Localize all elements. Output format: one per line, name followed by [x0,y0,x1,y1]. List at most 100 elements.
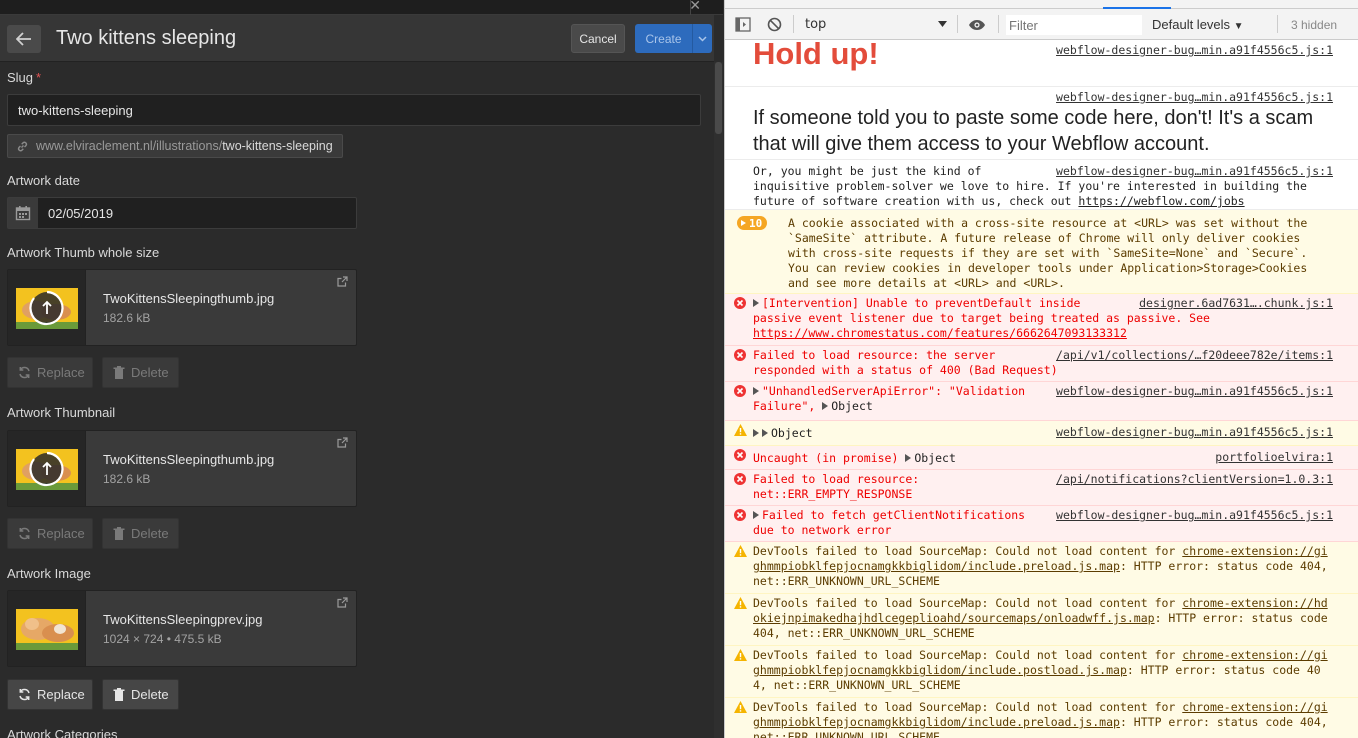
external-link-icon[interactable] [337,437,348,448]
message-source-link[interactable]: webflow-designer-bug…min.a91f4556c5.js:1 [1056,43,1333,58]
editor-header: Two kittens sleeping Cancel Create [0,15,714,62]
chevron-down-icon: ▼ [1233,21,1244,32]
back-arrow-icon [16,32,31,46]
kitten-image-thumbnail [16,288,78,329]
thumb-whole-label: Artwork Thumb whole size [7,245,160,260]
expandable-object[interactable]: Object [831,399,873,413]
console-message[interactable]: Failed to fetch getClientNotifications d… [725,506,1358,542]
console-message[interactable]: Hold up! webflow-designer-bug…min.a91f45… [725,36,1358,87]
thumbnail-file-name: TwoKittensSleepingthumb.jpg [103,452,275,467]
dock-sidebar-icon[interactable] [735,17,751,32]
page-title: Two kittens sleeping [56,27,237,49]
refresh-icon [19,366,30,379]
kitten-image-thumbnail [16,609,78,650]
webflow-jobs-link[interactable]: https://webflow.com/jobs [1078,194,1244,208]
chevron-down-icon [698,35,707,42]
console-message[interactable]: DevTools failed to load SourceMap: Could… [725,646,1358,698]
calendar-icon[interactable] [8,198,38,228]
create-options-button[interactable] [692,24,712,53]
message-source-link[interactable]: webflow-designer-bug…min.a91f4556c5.js:1 [1056,425,1333,440]
console-message[interactable]: DevTools failed to load SourceMap: Could… [725,542,1358,594]
console-messages: Hold up! webflow-designer-bug…min.a91f45… [725,36,1358,738]
close-icon[interactable]: ✕ [689,0,701,14]
message-source-link[interactable]: designer.6ad7631….chunk.js:1 [1139,296,1333,311]
error-icon [734,509,746,521]
warning-icon [734,701,747,713]
artwork-image-file-card[interactable]: TwoKittensSleepingprev.jpg 1024 × 724 • … [7,590,357,667]
thumb-whole-file-size: 182.6 kB [103,311,151,325]
artwork-image-label: Artwork Image [7,566,91,581]
message-source-link[interactable]: portfolioelvira:1 [1215,450,1333,465]
artwork-categories-label: Artwork Categories [7,727,118,738]
context-select[interactable]: top [805,17,826,32]
block-icon[interactable] [767,17,782,32]
hidden-messages-count: 3 hidden [1291,18,1338,32]
thumb-whole-file-card[interactable]: TwoKittensSleepingthumb.jpg 182.6 kB [7,269,357,346]
message-source-link[interactable]: /api/notifications?clientVersion=1.0.3:1 [1056,472,1333,487]
message-source-link[interactable]: webflow-designer-bug…min.a91f4556c5.js:1 [1056,164,1333,179]
eye-icon[interactable] [968,19,986,31]
console-message[interactable]: Uncaught (in promise) Object portfolioel… [725,446,1358,470]
link-icon [17,141,28,151]
console-message[interactable]: Object webflow-designer-bug…min.a91f4556… [725,421,1358,446]
warning-icon [734,649,747,661]
thumbnail-file-card[interactable]: TwoKittensSleepingthumb.jpg 182.6 kB [7,430,357,507]
log-levels-dropdown[interactable]: Default levels ▼ [1152,17,1244,32]
cancel-button[interactable]: Cancel [571,24,625,53]
message-source-link[interactable]: webflow-designer-bug…min.a91f4556c5.js:1 [1056,90,1333,105]
warning-icon [734,424,747,436]
thumbnail-preview [8,431,86,506]
console-message[interactable]: DevTools failed to load SourceMap: Could… [725,594,1358,646]
console-message[interactable]: "UnhandledServerApiError": "Validation F… [725,382,1358,421]
thumbnail-label: Artwork Thumbnail [7,405,116,420]
artwork-image-file-name: TwoKittensSleepingprev.jpg [103,612,263,627]
message-source-link[interactable]: /api/v1/collections/…f20deee782e/items:1 [1056,348,1333,363]
external-link-icon[interactable] [337,276,348,287]
console-message[interactable]: DevTools failed to load SourceMap: Could… [725,698,1358,738]
warning-icon [734,545,747,557]
thumbnail-replace-button[interactable]: Replace [7,518,93,549]
slug-label: Slug * [7,70,42,85]
refresh-icon [19,688,30,701]
trash-icon [113,366,125,379]
artwork-image-delete-button[interactable]: Delete [102,679,179,710]
message-source-link[interactable]: webflow-designer-bug…min.a91f4556c5.js:1 [1056,384,1333,399]
devtools-tab-strip [725,0,1358,9]
message-source-link[interactable]: webflow-designer-bug…min.a91f4556c5.js:1 [1056,508,1333,523]
expandable-object[interactable]: Object [771,426,813,440]
thumbnail-delete-button[interactable]: Delete [102,518,179,549]
console-message[interactable]: If someone told you to paste some code h… [725,87,1358,160]
error-icon [734,449,746,461]
chromestatus-link[interactable]: https://www.chromestatus.com/features/66… [753,326,1127,340]
create-button[interactable]: Create [635,24,692,53]
slug-input[interactable]: two-kittens-sleeping [7,94,701,126]
artwork-date-label: Artwork date [7,173,80,188]
error-icon [734,385,746,397]
chevron-down-icon[interactable] [938,21,947,27]
devtools-console-panel: top Default levels ▼ 3 hidden Hold up! w… [724,0,1358,738]
hold-up-heading: Hold up! [753,36,879,71]
thumb-whole-replace-button[interactable]: Replace [7,357,93,388]
console-message[interactable]: [Intervention] Unable to preventDefault … [725,294,1358,346]
console-message[interactable]: Failed to load resource: the server resp… [725,346,1358,382]
artwork-date-value: 02/05/2019 [48,206,114,221]
editor-scrollbar[interactable] [714,62,723,738]
console-message[interactable]: 10 A cookie associated with a cross-site… [725,210,1358,294]
trash-icon [113,527,125,540]
back-button[interactable] [7,25,41,53]
thumb-whole-delete-button[interactable]: Delete [102,357,179,388]
refresh-icon [19,527,30,540]
slug-url-preview[interactable]: www.elviraclement.nl/illustrations/two-k… [7,134,343,158]
expandable-object[interactable]: Object [914,451,956,465]
window-top-strip: ✕ [0,0,723,15]
cms-item-editor: ✕ Two kittens sleeping Cancel Create Slu… [0,0,723,738]
console-message[interactable]: Failed to load resource: net::ERR_EMPTY_… [725,470,1358,506]
error-icon [734,297,746,309]
external-link-icon[interactable] [337,597,348,608]
message-repeat-badge[interactable]: 10 [737,216,768,230]
console-filter-input[interactable] [1006,15,1142,35]
artwork-image-replace-button[interactable]: Replace [7,679,93,710]
trash-icon [113,688,125,701]
artwork-date-input[interactable]: 02/05/2019 [7,197,357,229]
console-message[interactable]: Or, you might be just the kind of inquis… [725,160,1358,210]
